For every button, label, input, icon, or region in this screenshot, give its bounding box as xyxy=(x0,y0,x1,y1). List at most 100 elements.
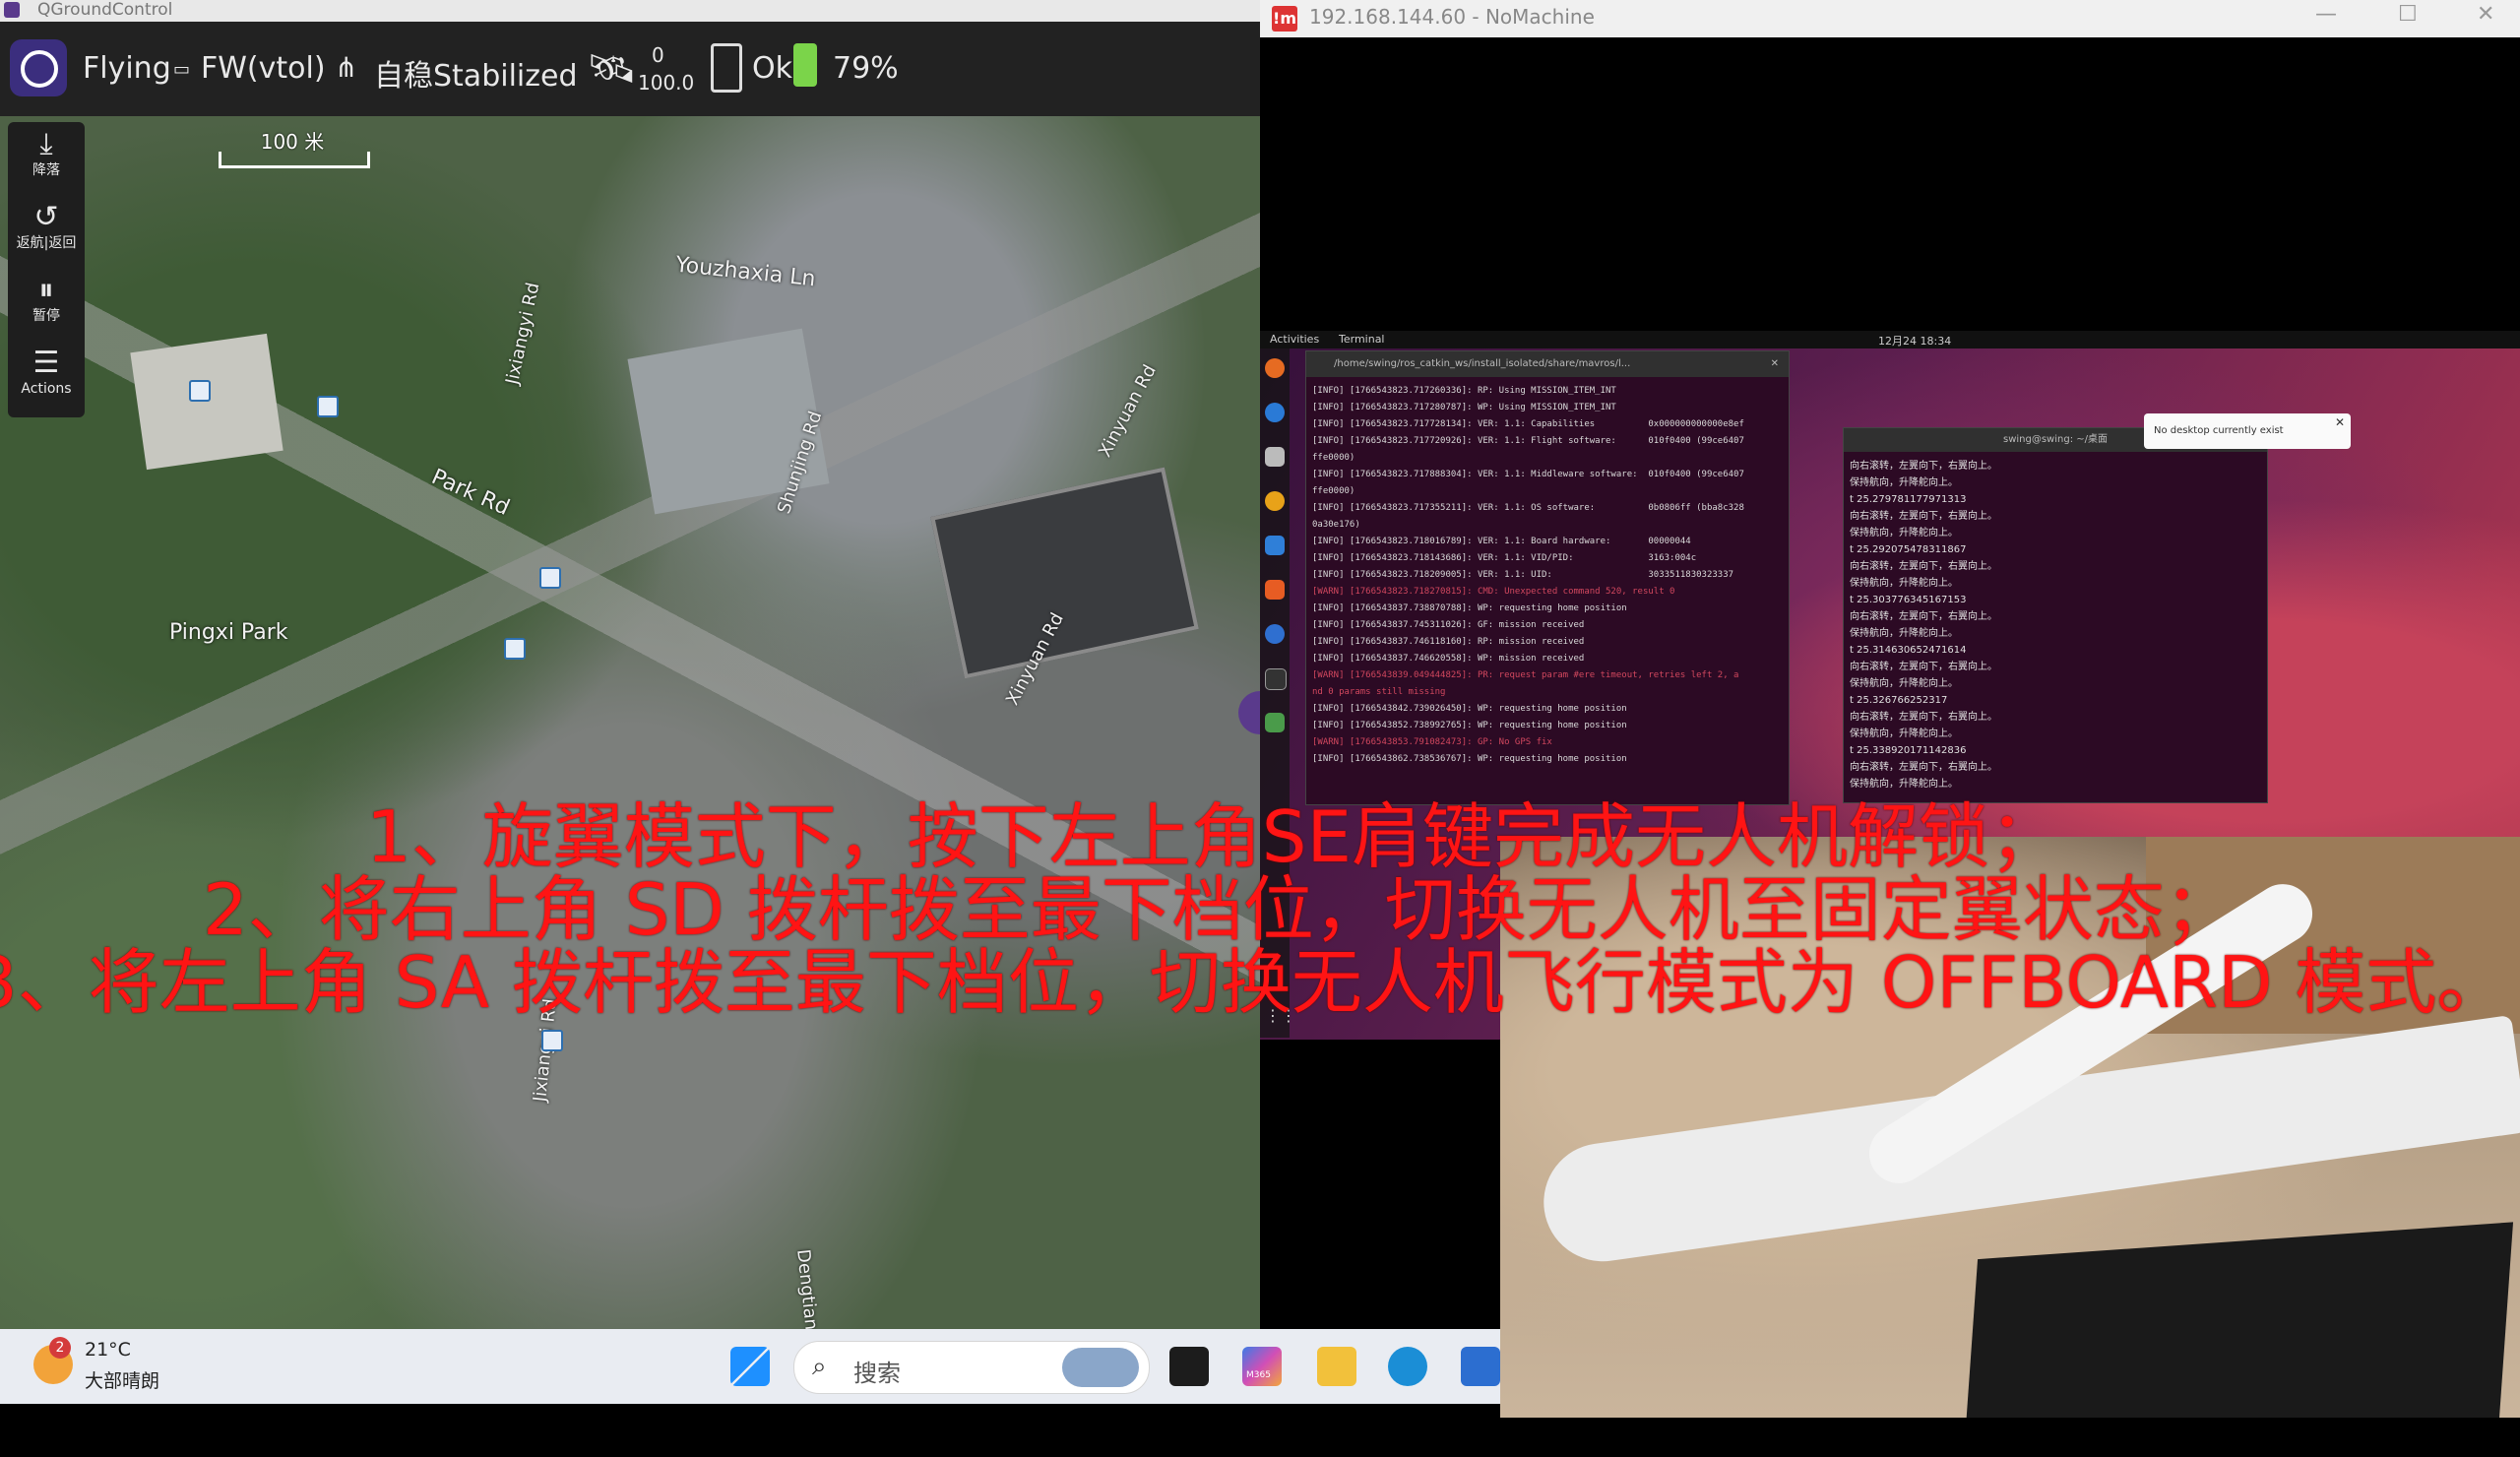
pause-button[interactable]: ⏸ 暂停 xyxy=(8,274,85,325)
software-center-icon[interactable] xyxy=(1265,580,1285,600)
taskbar-search[interactable]: ⌕ 搜索 xyxy=(793,1341,1150,1394)
terminal-title: /home/swing/ros_catkin_ws/install_isolat… xyxy=(1334,358,1631,369)
firefox-icon[interactable] xyxy=(1265,358,1285,378)
task-view-icon[interactable] xyxy=(1169,1347,1209,1386)
activities-button[interactable]: Activities xyxy=(1270,333,1319,346)
terminal-line: [INFO] [1766543837.746620558]: WP: missi… xyxy=(1312,654,1585,664)
bus-stop-icon xyxy=(317,396,339,417)
vehicle-type[interactable]: FW(vtol) xyxy=(201,51,326,86)
file-explorer-icon[interactable] xyxy=(1317,1347,1356,1386)
satellite-map[interactable]: Youzhaxia Ln Jixiangyi Rd Park Rd Shunji… xyxy=(0,116,1260,1329)
pause-icon: ⏸ xyxy=(38,273,54,307)
qgc-logo-icon[interactable] xyxy=(10,39,67,96)
qgc-titlebar: QGroundControl xyxy=(0,0,1260,22)
notification-close-icon[interactable]: ✕ xyxy=(2335,415,2345,429)
return-label: 返航|返回 xyxy=(16,235,77,251)
desktop-notification[interactable]: No desktop currently exist ✕ xyxy=(2144,413,2351,449)
vehicle-icon: ▭ xyxy=(173,59,191,80)
terminal-line: ffe0000) xyxy=(1312,486,1355,496)
terminal-line: 0a30e176) xyxy=(1312,520,1360,530)
flight-mode[interactable]: 自稳Stabilized xyxy=(374,51,577,95)
menu-icon: ☰ xyxy=(32,346,60,380)
terminal-line: t 25.338920171142836 xyxy=(1850,745,1967,756)
terminal-title: swing@swing: ~/桌面 xyxy=(2002,434,2108,445)
map-label: Xinyuan Rd xyxy=(1095,361,1161,461)
writer-icon[interactable] xyxy=(1265,536,1285,555)
flight-status[interactable]: Flying xyxy=(83,51,171,86)
bus-stop-icon xyxy=(189,380,211,402)
qgc-toolbar: Flying ▭ FW(vtol) ⋔ 自稳Stabilized 🛰 0 100… xyxy=(0,22,1260,116)
land-icon: ⤓ xyxy=(39,127,53,161)
terminal-line: 保持航向，升降舵向上。 xyxy=(1850,477,1958,488)
close-icon[interactable]: ✕ xyxy=(2477,2,2494,27)
terminal-line: [WARN] [1766543823.718270815]: CMD: Unex… xyxy=(1312,587,1675,597)
m365-icon[interactable]: M365 xyxy=(1242,1347,1282,1386)
qgc-window: QGroundControl Flying ▭ FW(vtol) ⋔ 自稳Sta… xyxy=(0,0,1260,1329)
terminal-icon[interactable] xyxy=(1265,668,1287,690)
thunderbird-icon[interactable] xyxy=(1265,403,1285,422)
windows-start-icon[interactable] xyxy=(730,1347,770,1386)
caption-line-3: 3、将左上角 SA 拨杆拨至最下档位，切换无人机飞行模式为 OFFBOARD 模… xyxy=(0,941,2508,1024)
terminal-line: t 25.279781177971313 xyxy=(1850,494,1967,505)
gps-count: 0 xyxy=(652,43,664,67)
minimize-icon[interactable]: — xyxy=(2315,2,2337,27)
rc-battery-icon[interactable] xyxy=(711,43,742,93)
actions-label: Actions xyxy=(21,381,72,397)
return-button[interactable]: ↺ 返航|返回 xyxy=(8,201,85,252)
temperature[interactable]: 21°C xyxy=(85,1339,131,1361)
trash-icon[interactable] xyxy=(1265,713,1285,732)
maximize-icon[interactable]: ☐ xyxy=(2398,2,2418,27)
ubuntu-clock[interactable]: 12月24 18:34 xyxy=(1878,333,1951,348)
notification-text: No desktop currently exist xyxy=(2154,425,2284,436)
caption-line-1: 1、旋翼模式下，按下左上角SE肩键完成无人机解锁； xyxy=(366,795,2061,878)
qgc-app-icon xyxy=(4,2,20,18)
map-scale-label: 100 米 xyxy=(260,130,325,154)
files-icon[interactable] xyxy=(1265,447,1285,467)
rhythmbox-icon[interactable] xyxy=(1265,491,1285,511)
windows-taskbar: 2 21°C 大部晴朗 ⌕ 搜索 M365 xyxy=(0,1329,1500,1404)
map-scale-line xyxy=(219,152,370,168)
terminal-line: nd 0 params still missing xyxy=(1312,687,1446,697)
terminal-output: 向右滚转，左翼向下，右翼向上。 保持航向，升降舵向上。 t 25.279781177… xyxy=(1850,458,2263,792)
terminal-line: [WARN] [1766543839.049444825]: PR: reque… xyxy=(1312,670,1739,680)
land-button[interactable]: ⤓ 降落 xyxy=(8,128,85,179)
map-label: Youzhaxia Ln xyxy=(674,252,817,292)
help-icon[interactable] xyxy=(1265,624,1285,644)
battery-percent: 79% xyxy=(833,51,899,86)
qgc-window-title: QGroundControl xyxy=(37,0,173,20)
terminal-close-icon[interactable]: ✕ xyxy=(1771,351,1779,377)
terminal-line: [INFO] [1766543837.738870788]: WP: reque… xyxy=(1312,603,1627,613)
terminal-window-mavros[interactable]: /home/swing/ros_catkin_ws/install_isolat… xyxy=(1305,350,1790,805)
m365-label: M365 xyxy=(1246,1370,1271,1380)
terminal-line: [INFO] [1766543823.718143686]: VER: 1.1:… xyxy=(1312,553,1697,563)
terminal-line: [INFO] [1766543823.717720926]: VER: 1.1:… xyxy=(1312,436,1744,446)
search-icon: ⌕ xyxy=(812,1352,827,1381)
nomachine-window-title: 192.168.144.60 - NoMachine xyxy=(1309,5,1595,29)
map-label: Pingxi Park xyxy=(169,620,288,645)
edge-icon[interactable] xyxy=(1388,1347,1427,1386)
terminal-window-desktop[interactable]: swing@swing: ~/桌面 向右滚转，左翼向下，右翼向上。 保持航向，升降… xyxy=(1843,427,2268,803)
actions-button[interactable]: ☰ Actions xyxy=(8,347,85,398)
map-parking-lot xyxy=(930,467,1199,679)
caption-line-2: 2、将右上角 SD 拨杆拨至最下档位，切换无人机至固定翼状态； xyxy=(203,868,2236,951)
terminal-line: 向右滚转，左翼向下，右翼向上。 xyxy=(1850,712,1997,723)
terminal-line: t 25.292075478311867 xyxy=(1850,544,1967,555)
terminal-line: [INFO] [1766543823.717260336]: RP: Using… xyxy=(1312,386,1616,396)
laptop xyxy=(1963,1222,2514,1418)
terminal-line: [INFO] [1766543823.717355211]: VER: 1.1:… xyxy=(1312,503,1744,513)
search-placeholder: 搜索 xyxy=(853,1360,901,1387)
battery-icon[interactable] xyxy=(793,43,817,87)
terminal-line: ffe0000) xyxy=(1312,453,1355,463)
terminal-line: [INFO] [1766543823.718209005]: VER: 1.1:… xyxy=(1312,570,1734,580)
satellite-icon[interactable]: 🛰 xyxy=(587,45,637,92)
land-label: 降落 xyxy=(32,162,60,178)
terminal-line: 向右滚转，左翼向下，右翼向上。 xyxy=(1850,511,1997,522)
store-icon[interactable] xyxy=(1461,1347,1500,1386)
terminal-line: 保持航向，升降舵向上。 xyxy=(1850,628,1958,639)
weather-condition[interactable]: 大部晴朗 xyxy=(85,1366,159,1393)
qgc-side-handle-icon[interactable] xyxy=(1238,691,1260,734)
terminal-line: [INFO] [1766543852.738992765]: WP: reque… xyxy=(1312,721,1627,730)
terminal-line: [INFO] [1766543823.717728134]: VER: 1.1:… xyxy=(1312,419,1744,429)
weather-badge: 2 xyxy=(49,1337,71,1359)
topbar-app-name: Terminal xyxy=(1339,333,1385,346)
